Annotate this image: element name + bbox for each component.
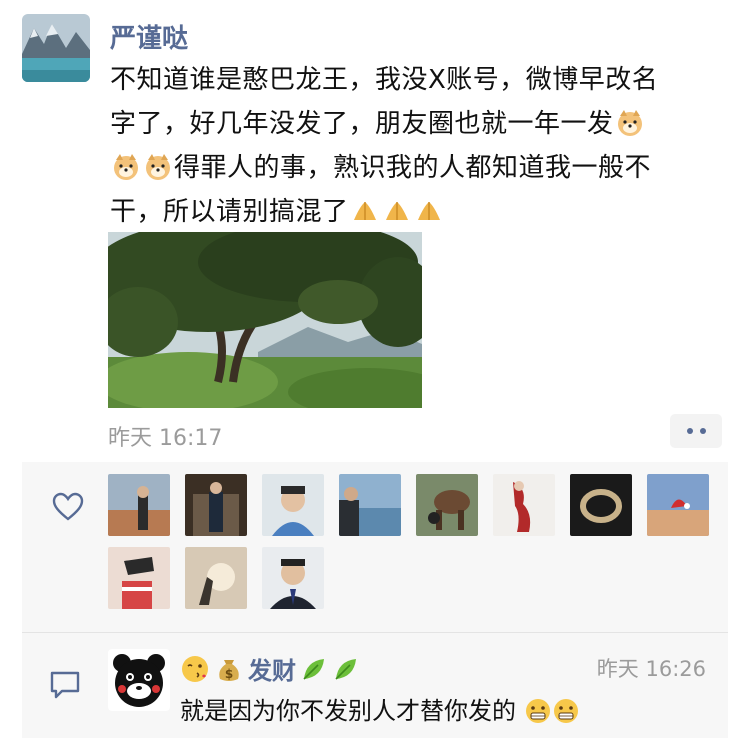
- comment-timestamp: 昨天 16:26: [596, 657, 706, 681]
- liker-avatar[interactable]: [262, 474, 324, 536]
- comments-panel: $ 发财 昨天 16:26 就是因为你不发别人才替你发的: [22, 633, 728, 738]
- post-timestamp: 昨天 16:17: [108, 426, 223, 451]
- doge-emoji-icon: [114, 154, 138, 180]
- post-author-name[interactable]: 严谨哒: [110, 18, 188, 55]
- leaf-icon: [335, 658, 356, 680]
- post-line-2: 字了，好几年没发了，朋友圈也就一年一发: [110, 102, 710, 146]
- comment-bubble-icon: [50, 671, 80, 699]
- liker-avatar[interactable]: [339, 474, 401, 536]
- liker-avatar[interactable]: [108, 547, 170, 609]
- money-bag-icon: $: [219, 659, 239, 681]
- more-dots-icon[interactable]: [670, 414, 722, 448]
- grimace-emoji-icon: [525, 699, 550, 723]
- leaf-icon: [303, 658, 324, 680]
- pray-emoji-icon: [417, 202, 440, 220]
- post-line-4: 干，所以请别搞混了: [110, 190, 710, 234]
- pray-emoji-icon: [353, 202, 376, 220]
- post-line-3: 得罪人的事，熟识我的人都知道我一般不: [110, 146, 710, 190]
- dot-icon: [686, 428, 693, 434]
- dot-icon: [699, 428, 706, 434]
- post-photo[interactable]: [108, 232, 422, 408]
- heart-outline-icon: [52, 492, 84, 521]
- liker-avatar[interactable]: [185, 547, 247, 609]
- likes-panel: [22, 462, 728, 632]
- liker-avatar[interactable]: [416, 474, 478, 536]
- post-text: 不知道谁是憨巴龙王，我没Ⅹ账号，微博早改名 字了，好几年没发了，朋友圈也就一年一…: [110, 58, 710, 234]
- pray-emoji-icon: [385, 202, 408, 220]
- grimace-emoji-icon: [553, 699, 578, 723]
- liker-avatar[interactable]: [570, 474, 632, 536]
- liker-avatar[interactable]: [647, 474, 709, 536]
- commenter-name[interactable]: $ 发财: [180, 651, 360, 686]
- comment-text[interactable]: 就是因为你不发别人才替你发的: [180, 691, 580, 726]
- liker-avatar[interactable]: [108, 474, 170, 536]
- liker-avatar[interactable]: [185, 474, 247, 536]
- doge-emoji-icon: [146, 154, 170, 180]
- liker-avatar[interactable]: [262, 547, 324, 609]
- doge-emoji-icon: [617, 110, 642, 136]
- svg-text:$: $: [225, 667, 233, 681]
- kiss-face-icon: [182, 655, 208, 682]
- commenter-avatar[interactable]: [108, 649, 170, 711]
- liker-avatar[interactable]: [493, 474, 555, 536]
- author-avatar[interactable]: [22, 14, 90, 82]
- post-line-1: 不知道谁是憨巴龙王，我没Ⅹ账号，微博早改名: [110, 65, 659, 95]
